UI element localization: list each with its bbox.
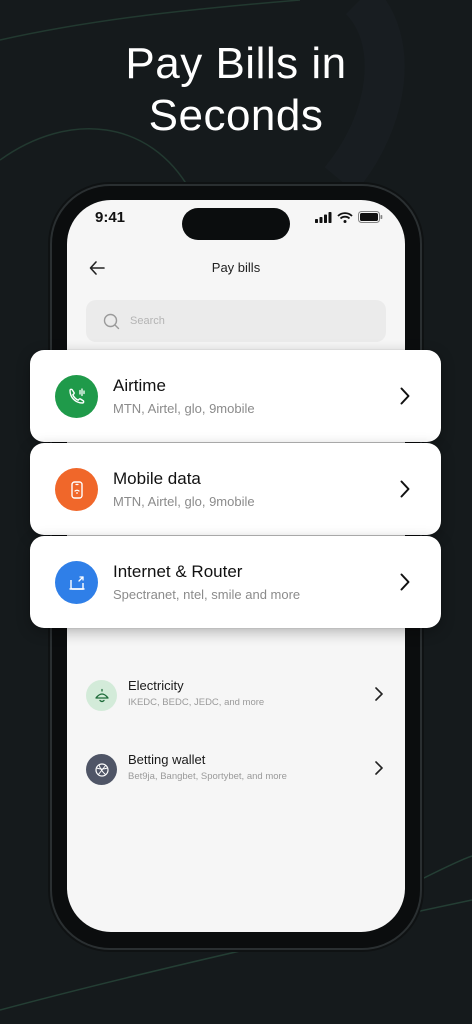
ball-icon xyxy=(86,754,117,785)
headline-line-1: Pay Bills in xyxy=(125,39,347,88)
card-subtitle: MTN, Airtel, glo, 9mobile xyxy=(113,494,255,509)
mobile-wifi-icon xyxy=(55,468,98,511)
chevron-right-icon xyxy=(375,761,383,775)
search-placeholder: Search xyxy=(130,315,165,327)
wifi-icon xyxy=(337,211,353,223)
bulb-icon xyxy=(86,680,117,711)
battery-icon xyxy=(358,211,383,223)
phone-call-icon xyxy=(55,375,98,418)
dynamic-island xyxy=(182,208,290,240)
list-item-sub: Bet9ja, Bangbet, Sportybet, and more xyxy=(128,771,287,782)
list-item-betting-wallet[interactable]: Betting wallet Bet9ja, Bangbet, Sportybe… xyxy=(86,752,386,792)
chevron-right-icon xyxy=(400,480,410,498)
list-item-label: Electricity xyxy=(128,678,184,693)
page-title: Pay bills xyxy=(211,260,261,275)
status-time: 9:41 xyxy=(95,209,126,226)
status-icons xyxy=(315,211,383,223)
card-subtitle: MTN, Airtel, glo, 9mobile xyxy=(113,401,255,416)
headline: Pay Bills in Seconds xyxy=(0,38,472,142)
chevron-right-icon xyxy=(375,687,383,701)
signal-icon xyxy=(315,211,332,223)
search-icon xyxy=(103,313,120,329)
search-input[interactable]: Search xyxy=(86,300,386,342)
router-icon xyxy=(55,561,98,604)
card-title: Internet & Router xyxy=(113,562,243,581)
list-item-electricity[interactable]: Electricity IKEDC, BEDC, JEDC, and more xyxy=(86,678,386,718)
card-airtime[interactable]: Airtime MTN, Airtel, glo, 9mobile xyxy=(30,350,441,442)
list-item-label: Betting wallet xyxy=(128,752,206,767)
card-title: Airtime xyxy=(113,376,166,395)
chevron-right-icon xyxy=(400,387,410,405)
list-item-sub: IKEDC, BEDC, JEDC, and more xyxy=(128,697,265,708)
headline-line-2: Seconds xyxy=(148,91,324,140)
chevron-right-icon xyxy=(400,573,410,591)
card-subtitle: Spectranet, ntel, smile and more xyxy=(113,587,301,602)
card-mobile-data[interactable]: Mobile data MTN, Airtel, glo, 9mobile xyxy=(30,443,441,535)
card-title: Mobile data xyxy=(113,469,201,488)
card-internet-router[interactable]: Internet & Router Spectranet, ntel, smil… xyxy=(30,536,441,628)
